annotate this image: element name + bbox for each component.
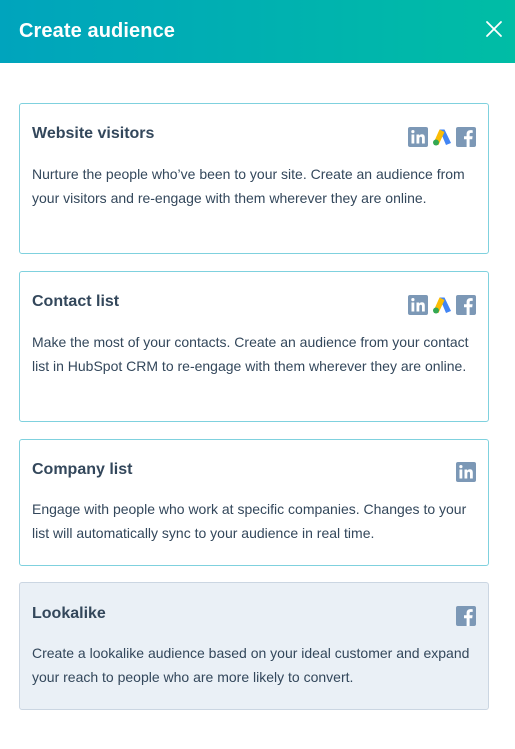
facebook-icon — [456, 127, 476, 147]
panel-header: Create audience — [0, 0, 515, 63]
audience-option-contact-list[interactable]: Contact list Make the most of your conta… — [19, 271, 489, 422]
audience-option-company-list[interactable]: Company list Engage with people who work… — [19, 439, 489, 566]
linkedin-icon — [408, 127, 428, 147]
card-title: Website visitors — [32, 125, 155, 142]
channel-icons — [456, 462, 476, 482]
facebook-icon — [456, 295, 476, 315]
google-ads-icon — [433, 297, 451, 314]
card-description: Make the most of your contacts. Create a… — [32, 334, 469, 374]
card-title: Contact list — [32, 293, 120, 310]
linkedin-icon — [408, 295, 428, 315]
linkedin-icon — [456, 462, 476, 482]
channel-icons — [456, 606, 476, 626]
panel-title: Create audience — [19, 20, 176, 42]
audience-option-website-visitors[interactable]: Website visitors Nurture the people who’… — [19, 103, 489, 254]
close-icon[interactable] — [485, 20, 503, 38]
channel-icons — [408, 127, 476, 147]
google-ads-icon — [433, 129, 451, 146]
card-title: Lookalike — [32, 605, 106, 622]
card-description: Create a lookalike audience based on you… — [32, 645, 470, 685]
card-description: Nurture the people who’ve been to your s… — [32, 166, 465, 206]
card-description: Engage with people who work at specific … — [32, 501, 467, 541]
audience-option-lookalike[interactable]: Lookalike Create a lookalike audience ba… — [19, 582, 489, 710]
facebook-icon — [456, 606, 476, 626]
channel-icons — [408, 295, 476, 315]
card-title: Company list — [32, 461, 133, 478]
